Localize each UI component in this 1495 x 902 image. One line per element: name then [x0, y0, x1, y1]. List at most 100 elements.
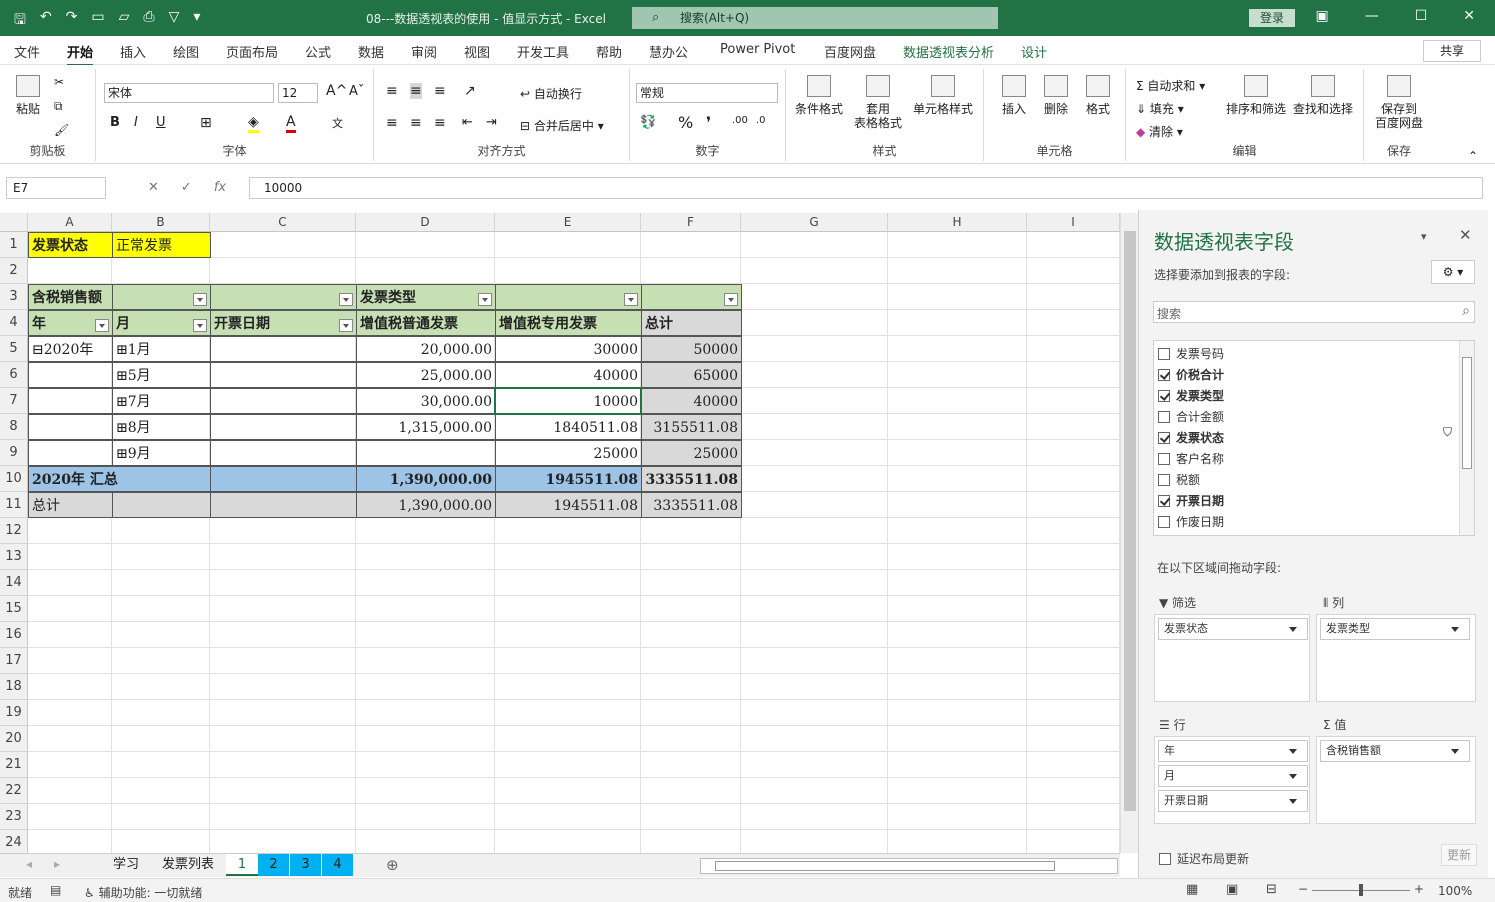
minimize-icon[interactable]: — [1365, 8, 1379, 24]
grand-total-blank-cell[interactable] [112, 492, 211, 518]
paste-button[interactable]: 粘贴 [10, 75, 46, 116]
month-cell[interactable]: ⊞9月 [112, 440, 211, 466]
page-layout-view-icon[interactable]: ▣ [1226, 882, 1238, 897]
field-item[interactable]: 合计金额 [1158, 408, 1224, 425]
align-center-icon[interactable]: ≡ [410, 115, 422, 131]
collapse-ribbon-icon[interactable]: ⌃ [1468, 149, 1478, 163]
currency-icon[interactable]: 💱 [640, 115, 656, 130]
row-header-21[interactable]: 21 [0, 752, 28, 778]
font-size-select[interactable]: 12 [278, 83, 318, 103]
subtotal-blank-cell[interactable] [210, 466, 357, 492]
row-header-1[interactable]: 1 [0, 232, 28, 258]
value-cell-plain[interactable] [356, 440, 496, 466]
subtotal-total[interactable]: 3335511.08 [641, 466, 742, 492]
dropdown-icon[interactable] [339, 293, 353, 306]
dropdown-icon[interactable] [624, 293, 638, 306]
close-icon[interactable]: ✕ [1463, 8, 1475, 24]
sheet-tab-1[interactable]: 1 [226, 854, 258, 876]
row-field-dropdown-icon[interactable] [193, 319, 207, 332]
column-header-i[interactable]: I [1027, 213, 1120, 232]
value-cell-plain[interactable]: 30,000.00 [356, 388, 496, 414]
update-button[interactable]: 更新 [1441, 844, 1477, 866]
row-header-field[interactable]: 月 [112, 310, 211, 336]
rows-area-item-month[interactable]: 月 [1158, 765, 1308, 787]
align-middle-icon[interactable]: ≡ [410, 83, 422, 99]
percent-icon[interactable]: % [678, 113, 693, 132]
column-header-c[interactable]: C [210, 213, 356, 232]
sheet-tab-4[interactable]: 4 [322, 854, 354, 876]
open-icon[interactable]: ▱ [119, 9, 130, 33]
row-header-9[interactable]: 9 [0, 440, 28, 466]
format-painter-icon[interactable]: 🖌 [54, 123, 69, 137]
expand-icon[interactable]: ⊞ [116, 368, 128, 384]
field-checkbox[interactable] [1158, 432, 1170, 444]
month-cell[interactable]: ⊞1月 [112, 336, 211, 362]
date-cell[interactable] [210, 414, 357, 440]
row-header-13[interactable]: 13 [0, 544, 28, 570]
row-header-20[interactable]: 20 [0, 726, 28, 752]
value-cell-special[interactable]: 30000 [495, 336, 642, 362]
tab-home[interactable]: 开始 [67, 42, 94, 67]
zoom-in-icon[interactable]: + [1414, 882, 1424, 896]
vertical-scrollbar[interactable] [1120, 213, 1138, 853]
field-item[interactable]: 开票日期 [1158, 492, 1224, 509]
columns-area[interactable]: 发票类型 [1316, 614, 1476, 702]
number-format-select[interactable]: 常规 [636, 83, 778, 103]
search-box[interactable]: ⌕ 搜索(Alt+Q) [632, 7, 998, 29]
year-cell[interactable] [28, 440, 113, 466]
field-checkbox[interactable] [1158, 369, 1170, 381]
value-cell-plain[interactable]: 25,000.00 [356, 362, 496, 388]
sheet-tab-3[interactable]: 3 [290, 854, 322, 876]
normal-view-icon[interactable]: ▦ [1186, 882, 1198, 897]
save-baidu-button[interactable]: 保存到 百度网盘 [1370, 75, 1428, 130]
zoom-out-icon[interactable]: − [1298, 882, 1308, 896]
row-header-14[interactable]: 14 [0, 570, 28, 596]
insert-cells-button[interactable]: 插入 [994, 75, 1034, 116]
filters-area-item[interactable]: 发票状态 [1158, 618, 1308, 640]
row-header-4[interactable]: 4 [0, 310, 28, 336]
font-color-icon[interactable]: A [286, 114, 296, 133]
value-cell-plain[interactable]: 20,000.00 [356, 336, 496, 362]
column-header-g[interactable]: G [741, 213, 888, 232]
year-cell[interactable] [28, 388, 113, 414]
grand-total-blank-cell[interactable] [210, 492, 357, 518]
column-header-a[interactable]: A [28, 213, 112, 232]
field-checkbox[interactable] [1158, 453, 1170, 465]
tab-help[interactable]: 帮助 [596, 42, 622, 61]
value-cell-special[interactable]: 40000 [495, 362, 642, 388]
col-field-dropdown-icon[interactable] [478, 293, 492, 306]
print-icon[interactable]: ⎙ [143, 9, 154, 33]
header-blank-cell[interactable] [495, 284, 642, 310]
column-header-h[interactable]: H [888, 213, 1027, 232]
header-blank-cell[interactable] [112, 284, 211, 310]
value-field-cell[interactable]: 含税销售额 [28, 284, 113, 310]
select-all-corner[interactable] [0, 213, 28, 232]
header-blank-cell[interactable] [210, 284, 357, 310]
row-header-2[interactable]: 2 [0, 258, 28, 284]
field-checkbox[interactable] [1158, 516, 1170, 528]
row-header-10[interactable]: 10 [0, 466, 28, 492]
value-cell-total[interactable]: 50000 [641, 336, 742, 362]
comma-icon[interactable]: ❜ [706, 113, 711, 132]
field-item[interactable]: 客户名称 [1158, 450, 1224, 467]
row-header-5[interactable]: 5 [0, 336, 28, 362]
border-icon[interactable]: ⊞ [200, 115, 212, 131]
value-cell-total[interactable]: 40000 [641, 388, 742, 414]
field-checkbox[interactable] [1158, 474, 1170, 486]
row-header-18[interactable]: 18 [0, 674, 28, 700]
value-cell-special[interactable]: 25000 [495, 440, 642, 466]
undo-icon[interactable]: ↶ [40, 9, 52, 33]
filter-icon[interactable]: ▽ [169, 9, 180, 33]
ribbon-display-icon[interactable]: ▣ [1315, 8, 1328, 24]
orientation-icon[interactable]: ↗ [464, 83, 476, 99]
row-header-6[interactable]: 6 [0, 362, 28, 388]
field-item[interactable]: 价税合计 [1158, 366, 1224, 383]
phonetic-icon[interactable]: 文 [332, 115, 343, 131]
fill-color-icon[interactable]: ◈ [248, 114, 259, 133]
field-checkbox[interactable] [1158, 495, 1170, 507]
tab-developer[interactable]: 开发工具 [517, 42, 569, 61]
field-checkbox[interactable] [1158, 411, 1170, 423]
autosum-button[interactable]: Σ 自动求和 ▾ [1136, 77, 1205, 94]
grand-total-plain[interactable]: 1,390,000.00 [356, 492, 496, 518]
pane-options-icon[interactable]: ▾ [1421, 230, 1427, 243]
